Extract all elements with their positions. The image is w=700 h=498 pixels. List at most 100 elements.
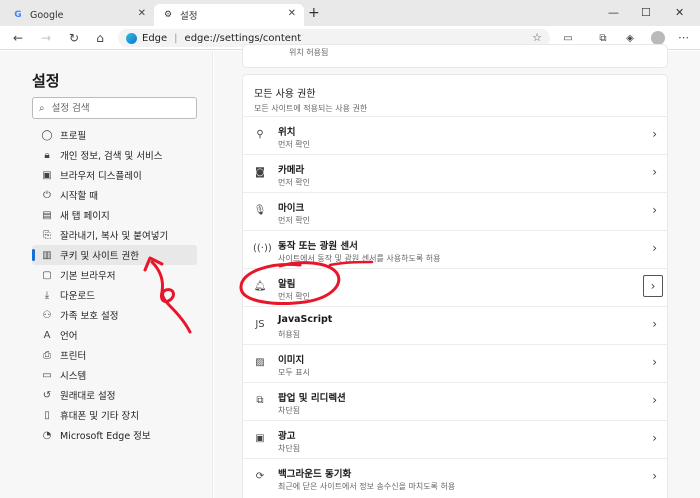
maximize-button[interactable]: ☐ bbox=[641, 6, 651, 19]
download-icon: ⤓ bbox=[44, 289, 50, 301]
permission-desc: 차단됨 bbox=[278, 406, 301, 415]
sidebar-item-language[interactable]: A 언어 bbox=[32, 325, 197, 345]
clipboard-icon: ⎘ bbox=[43, 229, 51, 241]
section-subtitle: 모든 사이트에 적용되는 사용 권한 bbox=[254, 104, 368, 113]
sidebar-item-label: 휴대폰 및 기타 장치 bbox=[60, 411, 139, 422]
profile-icon: ◯ bbox=[41, 129, 53, 141]
sidebar-item-label: 기본 브라우저 bbox=[60, 271, 116, 282]
chevron-right-icon[interactable]: › bbox=[643, 275, 663, 297]
refresh-button[interactable]: ↻ bbox=[66, 30, 82, 46]
cast-icon[interactable]: ▭ bbox=[562, 32, 574, 44]
tab-settings[interactable]: ⚙ 설정 ✕ bbox=[154, 4, 304, 26]
phone-icon: ▯ bbox=[44, 409, 50, 421]
gear-icon: ⚙ bbox=[163, 10, 173, 20]
permission-javascript[interactable]: JS JavaScript 허용됨 › bbox=[243, 306, 667, 344]
minimize-button[interactable]: — bbox=[608, 6, 619, 19]
permission-desc: 최근에 닫은 사이트에서 정보 송수신을 마치도록 허용 bbox=[278, 482, 456, 491]
permission-name: 이미지 bbox=[278, 355, 305, 366]
close-window-button[interactable]: ✕ bbox=[675, 6, 684, 19]
sidebar-item-downloads[interactable]: ⤓ 다운로드 bbox=[32, 285, 197, 305]
permission-notifications[interactable]: 🔔︎ 알림 먼저 확인 › bbox=[243, 268, 667, 306]
permission-location[interactable]: ⚲ 위치 먼저 확인 › bbox=[243, 116, 667, 154]
lock-icon: 🔒︎ bbox=[44, 149, 50, 161]
previous-card-sub: 위치 허용됨 bbox=[289, 48, 329, 57]
permission-sensor[interactable]: ((·)) 동작 또는 광원 센서 사이트에서 동작 및 광원 센서를 사용하도… bbox=[243, 230, 667, 268]
home-button[interactable]: ⌂ bbox=[92, 30, 108, 46]
browser-name: Edge bbox=[142, 32, 168, 44]
reset-icon: ↺ bbox=[42, 389, 52, 401]
permission-popups[interactable]: ⧉ 팝업 및 리디렉션 차단됨 › bbox=[243, 382, 667, 420]
extensions-icon[interactable]: ◈ bbox=[624, 32, 636, 44]
collections-icon[interactable]: ⧉ bbox=[597, 32, 609, 44]
google-icon: G bbox=[14, 10, 22, 20]
sidebar-item-family[interactable]: ⚇ 가족 보호 설정 bbox=[32, 305, 197, 325]
microphone-icon: 🎙︎ bbox=[253, 205, 267, 216]
sidebar-item-label: 새 탭 페이지 bbox=[60, 211, 110, 222]
sidebar-item-label: 가족 보호 설정 bbox=[60, 311, 119, 322]
sensor-icon: ((·)) bbox=[253, 243, 272, 254]
new-tab-button[interactable]: + bbox=[308, 5, 320, 21]
permission-microphone[interactable]: 🎙︎ 마이크 먼저 확인 › bbox=[243, 192, 667, 230]
sidebar-item-reset[interactable]: ↺ 원래대로 설정 bbox=[32, 385, 197, 405]
permission-desc: 허용됨 bbox=[278, 330, 301, 339]
chevron-right-icon: › bbox=[652, 165, 657, 179]
permission-background-sync[interactable]: ⟳ 백그라운드 동기화 최근에 닫은 사이트에서 정보 송수신을 마치도록 허용… bbox=[243, 458, 667, 496]
permission-ads[interactable]: ▣ 광고 차단됨 › bbox=[243, 420, 667, 458]
favorite-star-icon[interactable]: ☆ bbox=[532, 31, 542, 44]
location-icon: ⚲ bbox=[256, 129, 264, 140]
search-icon: ⌕ bbox=[39, 102, 45, 114]
permission-name: 카메라 bbox=[278, 165, 305, 176]
sidebar-item-privacy[interactable]: 🔒︎ 개인 정보, 검색 및 서비스 bbox=[32, 145, 197, 165]
sidebar-item-label: 언어 bbox=[60, 331, 78, 342]
sidebar-item-cookies[interactable]: ▥ 쿠키 및 사이트 권한 bbox=[32, 245, 197, 265]
sidebar-item-label: 개인 정보, 검색 및 서비스 bbox=[60, 151, 163, 162]
display-icon: ▣ bbox=[42, 169, 52, 181]
edge-icon: ◔ bbox=[42, 429, 52, 441]
separator: | bbox=[174, 32, 178, 44]
sync-icon: ⟳ bbox=[255, 471, 265, 482]
profile-avatar[interactable] bbox=[651, 31, 665, 45]
edge-icon bbox=[126, 32, 137, 44]
sidebar-item-label: 잘라내기, 복사 및 붙여넣기 bbox=[60, 231, 169, 242]
close-tab-icon[interactable]: ✕ bbox=[138, 8, 146, 19]
tab-google[interactable]: G Google ✕ bbox=[4, 4, 154, 26]
sidebar-item-about[interactable]: ◔ Microsoft Edge 정보 bbox=[32, 425, 197, 445]
chevron-right-icon: › bbox=[652, 469, 657, 483]
sidebar-item-newtab[interactable]: ▤ 새 탭 페이지 bbox=[32, 205, 197, 225]
settings-search[interactable]: ⌕ bbox=[32, 97, 197, 119]
sidebar-item-system[interactable]: ▭ 시스템 bbox=[32, 365, 197, 385]
sidebar-item-default-browser[interactable]: ▢ 기본 브라우저 bbox=[32, 265, 197, 285]
sidebar-item-label: 시작할 때 bbox=[60, 191, 98, 202]
sidebar-item-label: 프로필 bbox=[60, 131, 87, 142]
sidebar-item-label: 시스템 bbox=[60, 371, 87, 382]
sidebar-item-clipboard[interactable]: ⎘ 잘라내기, 복사 및 붙여넣기 bbox=[32, 225, 197, 245]
search-input[interactable] bbox=[51, 102, 172, 114]
permission-name: JavaScript bbox=[278, 314, 333, 325]
permission-desc: 먼저 확인 bbox=[278, 292, 310, 301]
permission-name: 알림 bbox=[278, 279, 296, 290]
sidebar-item-profile[interactable]: ◯ 프로필 bbox=[32, 125, 197, 145]
forward-button[interactable]: → bbox=[38, 30, 54, 46]
printer-icon: ⎙ bbox=[43, 349, 51, 361]
sidebar-item-phone[interactable]: ▯ 휴대폰 및 기타 장치 bbox=[32, 405, 197, 425]
chevron-right-icon: › bbox=[652, 355, 657, 369]
permission-name: 팝업 및 리디렉션 bbox=[278, 393, 346, 404]
sidebar-item-label: 원래대로 설정 bbox=[60, 391, 116, 402]
sidebar-item-label: 다운로드 bbox=[60, 291, 95, 302]
image-icon: ▨ bbox=[255, 357, 265, 368]
permission-camera[interactable]: ◙ 카메라 먼저 확인 › bbox=[243, 154, 667, 192]
tab-title: 설정 bbox=[180, 11, 198, 22]
sidebar-item-label: Microsoft Edge 정보 bbox=[60, 431, 151, 442]
sidebar-item-display[interactable]: ▣ 브라우저 디스플레이 bbox=[32, 165, 197, 185]
permission-images[interactable]: ▨ 이미지 모두 표시 › bbox=[243, 344, 667, 382]
sidebar-item-startup[interactable]: ⏻ 시작할 때 bbox=[32, 185, 197, 205]
back-button[interactable]: ← bbox=[10, 30, 26, 46]
permission-name: 백그라운드 동기화 bbox=[278, 469, 352, 480]
previous-card: 위치 허용됨 bbox=[243, 45, 667, 67]
more-menu-icon[interactable]: ⋯ bbox=[678, 31, 689, 44]
chevron-right-icon: › bbox=[652, 431, 657, 445]
permission-name: 위치 bbox=[278, 127, 296, 138]
close-tab-icon[interactable]: ✕ bbox=[288, 8, 296, 19]
tab-title: Google bbox=[30, 9, 64, 21]
sidebar-item-printer[interactable]: ⎙ 프린터 bbox=[32, 345, 197, 365]
